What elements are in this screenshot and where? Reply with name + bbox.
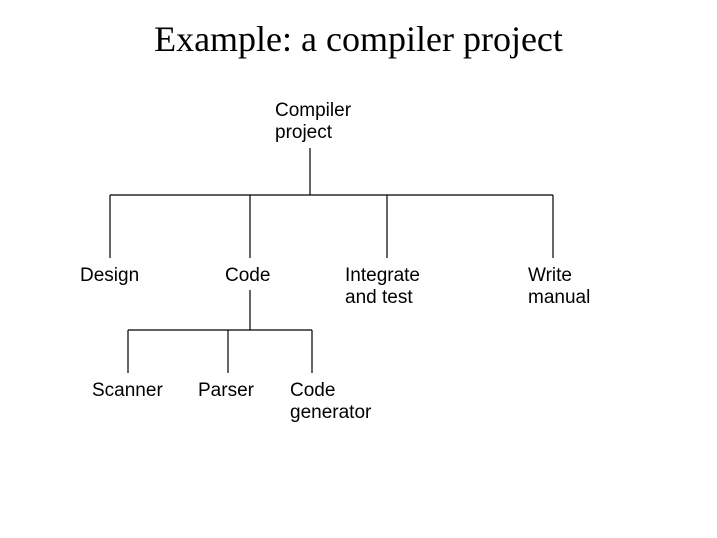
node-integrate-line1: Integrate: [345, 265, 420, 287]
node-code-generator: Code generator: [290, 380, 371, 424]
node-write-manual: Write manual: [528, 265, 590, 309]
node-compiler-project-line1: Compiler: [275, 100, 351, 122]
node-integrate: Integrate and test: [345, 265, 420, 309]
node-write-line2: manual: [528, 287, 590, 309]
node-parser: Parser: [198, 380, 254, 402]
node-write-line1: Write: [528, 265, 590, 287]
node-codegen-line2: generator: [290, 402, 371, 424]
node-compiler-project-line2: project: [275, 122, 351, 144]
page-title: Example: a compiler project: [0, 0, 717, 60]
node-codegen-line1: Code: [290, 380, 371, 402]
node-code: Code: [225, 265, 270, 287]
node-integrate-line2: and test: [345, 287, 420, 309]
node-design: Design: [80, 265, 139, 287]
node-scanner: Scanner: [92, 380, 163, 402]
node-compiler-project: Compiler project: [275, 100, 351, 144]
